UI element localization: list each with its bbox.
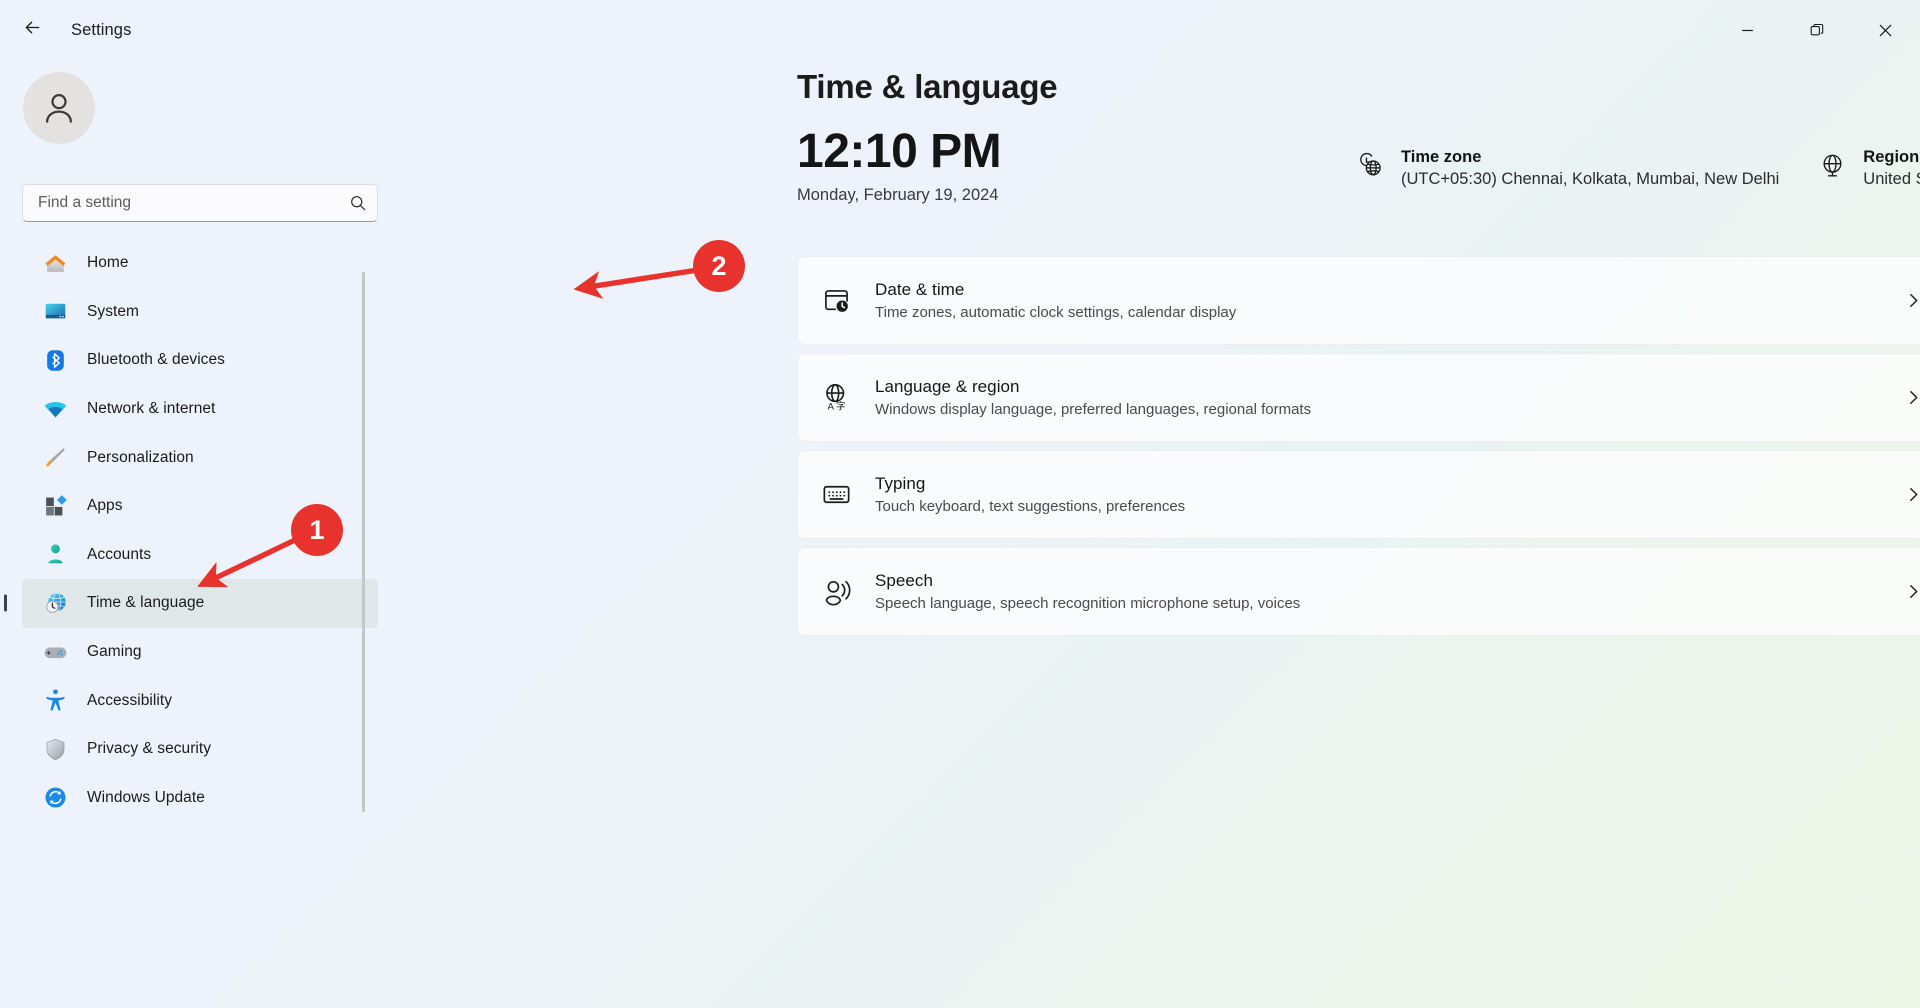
- close-button[interactable]: [1851, 0, 1920, 60]
- sidebar: Home System: [0, 60, 400, 1008]
- search-box[interactable]: [22, 184, 378, 222]
- close-icon: [1879, 24, 1892, 36]
- sidebar-item-label: Accessibility: [87, 691, 173, 709]
- window-controls: [1713, 0, 1920, 60]
- sidebar-item-label: Personalization: [87, 448, 194, 466]
- card-subtitle: Speech language, speech recognition micr…: [875, 595, 1301, 612]
- region-value: United States: [1863, 170, 1920, 188]
- sidebar-item-accounts[interactable]: Accounts: [22, 531, 378, 580]
- sidebar-item-privacy-security[interactable]: Privacy & security: [22, 725, 378, 774]
- minimize-button[interactable]: [1713, 0, 1782, 60]
- current-time: 12:10 PM: [797, 125, 1002, 178]
- search-icon: [349, 194, 367, 212]
- back-button[interactable]: [10, 10, 54, 50]
- app-layout: Home System: [0, 60, 1920, 1008]
- time-summary: 12:10 PM Monday, February 19, 2024 Time …: [400, 125, 1920, 228]
- keyboard-icon: [819, 478, 853, 512]
- card-language-region[interactable]: A 字 Language & region Windows display la…: [797, 353, 1920, 442]
- user-avatar-icon: [46, 94, 72, 123]
- sidebar-scrollbar[interactable]: [362, 272, 365, 812]
- title-bar: Settings: [0, 0, 1920, 60]
- card-subtitle: Windows display language, preferred lang…: [875, 401, 1312, 418]
- sidebar-item-apps[interactable]: Apps: [22, 482, 378, 531]
- sidebar-item-bluetooth-devices[interactable]: Bluetooth & devices: [22, 336, 378, 385]
- time-zone-title: Time zone: [1401, 148, 1482, 166]
- sidebar-item-gaming[interactable]: Gaming: [22, 628, 378, 677]
- svg-text:字: 字: [835, 401, 845, 413]
- sidebar-item-label: Home: [87, 254, 129, 272]
- time-zone-value: (UTC+05:30) Chennai, Kolkata, Mumbai, Ne…: [1401, 170, 1780, 188]
- sidebar-item-home[interactable]: Home: [22, 239, 378, 288]
- minimize-icon: [1742, 29, 1753, 31]
- app-title: Settings: [71, 20, 132, 39]
- card-typing[interactable]: Typing Touch keyboard, text suggestions,…: [797, 450, 1920, 539]
- chevron-right-icon: [1905, 389, 1920, 406]
- accessibility-person-icon: [42, 688, 68, 714]
- speech-icon: [819, 575, 853, 609]
- card-title: Date & time: [875, 280, 965, 299]
- sidebar-item-label: Windows Update: [87, 788, 205, 806]
- globe-icon: [1819, 152, 1846, 184]
- settings-cards: Date & time Time zones, automatic clock …: [797, 256, 1920, 636]
- sidebar-item-label: Network & internet: [87, 400, 216, 418]
- card-title: Typing: [875, 474, 926, 493]
- sidebar-item-system[interactable]: System: [22, 288, 378, 337]
- account-person-icon: [42, 542, 68, 568]
- card-subtitle: Time zones, automatic clock settings, ca…: [875, 304, 1237, 321]
- main-content: Time & language 12:10 PM Monday, Februar…: [400, 60, 1920, 1008]
- svg-text:A: A: [827, 402, 834, 413]
- sidebar-item-windows-update[interactable]: Windows Update: [22, 774, 378, 823]
- search-input[interactable]: [38, 194, 343, 212]
- sidebar-item-label: Gaming: [87, 643, 142, 661]
- clock-globe-icon: [42, 590, 68, 616]
- sidebar-item-personalization[interactable]: Personalization: [22, 433, 378, 482]
- refresh-circle-icon: [42, 785, 68, 811]
- chevron-right-icon: [1905, 292, 1920, 309]
- gamepad-icon: [42, 639, 68, 665]
- calendar-clock-icon: [819, 284, 853, 318]
- chevron-right-icon: [1905, 583, 1920, 600]
- apps-grid-icon: [42, 493, 68, 519]
- sidebar-item-time-language[interactable]: Time & language: [22, 579, 378, 628]
- sidebar-item-label: Accounts: [87, 545, 152, 563]
- region-title: Region: [1863, 148, 1920, 166]
- sidebar-item-label: Privacy & security: [87, 740, 212, 758]
- restore-icon: [1810, 23, 1823, 36]
- card-speech[interactable]: Speech Speech language, speech recogniti…: [797, 547, 1920, 636]
- current-date: Monday, February 19, 2024: [797, 185, 999, 204]
- sidebar-nav: Home System Bluetooth & devices Network …: [22, 239, 378, 899]
- sidebar-item-label: Time & language: [87, 594, 205, 612]
- paintbrush-icon: [42, 445, 68, 471]
- shield-icon: [42, 736, 68, 762]
- back-arrow-icon: [22, 17, 43, 43]
- wifi-icon: [42, 396, 68, 422]
- sidebar-item-label: Apps: [87, 497, 123, 515]
- sidebar-item-label: Bluetooth & devices: [87, 351, 225, 369]
- clock-block: 12:10 PM Monday, February 19, 2024: [797, 125, 1357, 205]
- clock-globe-icon: [1357, 152, 1384, 184]
- region-info: Region United States: [1819, 148, 1920, 189]
- sidebar-item-accessibility[interactable]: Accessibility: [22, 676, 378, 725]
- chevron-right-icon: [1905, 486, 1920, 503]
- restore-button[interactable]: [1782, 0, 1851, 60]
- sidebar-item-label: System: [87, 302, 139, 320]
- system-monitor-icon: [42, 299, 68, 325]
- language-globe-icon: A 字: [819, 381, 853, 415]
- card-title: Speech: [875, 571, 933, 590]
- bluetooth-icon: [42, 347, 68, 373]
- home-icon: [42, 250, 68, 276]
- time-zone-info: Time zone (UTC+05:30) Chennai, Kolkata, …: [1357, 148, 1779, 189]
- card-date-time[interactable]: Date & time Time zones, automatic clock …: [797, 256, 1920, 345]
- avatar[interactable]: [23, 72, 95, 144]
- page-title: Time & language: [797, 68, 1058, 105]
- sidebar-item-network-internet[interactable]: Network & internet: [22, 385, 378, 434]
- card-subtitle: Touch keyboard, text suggestions, prefer…: [875, 498, 1186, 515]
- card-title: Language & region: [875, 377, 1020, 396]
